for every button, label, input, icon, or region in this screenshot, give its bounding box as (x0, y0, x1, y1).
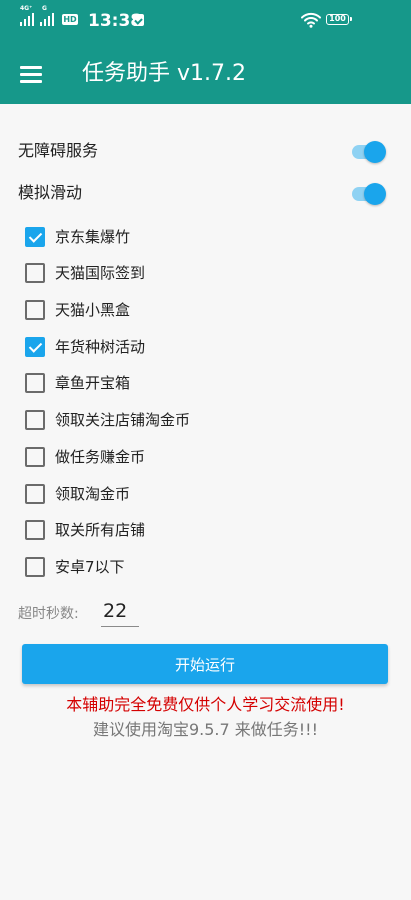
battery-indicator: 100 (326, 14, 352, 25)
task-checkbox[interactable] (25, 410, 45, 430)
task-label: 天猫小黑盒 (55, 301, 131, 319)
task-checkbox[interactable] (25, 373, 45, 393)
switch-label-simulate-swipe: 模拟滑动 (18, 183, 83, 202)
app-title: 任务助手 v1.7.2 (82, 61, 246, 86)
task-row-collect-coins[interactable]: 领取淘金币 (0, 476, 411, 512)
task-checkbox[interactable] (25, 337, 45, 357)
accessibility-toggle[interactable] (352, 141, 386, 163)
menu-icon[interactable] (20, 66, 42, 83)
task-label: 安卓7以下 (55, 558, 125, 576)
task-row-unfollow-shops[interactable]: 取关所有店铺 (0, 512, 411, 548)
task-row-tmall-intl-checkin[interactable]: 天猫国际签到 (0, 255, 411, 291)
task-row-tmall-black-box[interactable]: 天猫小黑盒 (0, 292, 411, 328)
hd-badge: HD (62, 14, 78, 25)
free-use-notice: 本辅助完全免费仅供个人学习交流使用! (66, 695, 345, 714)
app-bar: 任务助手 v1.7.2 (0, 44, 411, 104)
timeout-label: 超时秒数: (18, 606, 79, 622)
task-label: 领取淘金币 (55, 485, 131, 503)
task-row-follow-shop-coins[interactable]: 领取关注店铺淘金币 (0, 402, 411, 438)
task-label: 领取关注店铺淘金币 (55, 411, 191, 429)
task-checkbox[interactable] (25, 300, 45, 320)
task-row-earn-coins[interactable]: 做任务赚金币 (0, 439, 411, 475)
notification-icon (133, 14, 144, 26)
task-checkbox[interactable] (25, 447, 45, 467)
task-checkbox[interactable] (25, 263, 45, 283)
switch-label-accessibility: 无障碍服务 (18, 141, 99, 160)
task-label: 章鱼开宝箱 (55, 374, 131, 392)
timeout-input[interactable] (101, 597, 139, 627)
task-row-jd-firecracker[interactable]: 京东集爆竹 (0, 219, 411, 255)
signal-icon (20, 12, 36, 26)
task-checkbox[interactable] (25, 520, 45, 540)
task-label: 年货种树活动 (55, 338, 146, 356)
task-checkbox[interactable] (25, 484, 45, 504)
task-row-octopus-treasure[interactable]: 章鱼开宝箱 (0, 365, 411, 401)
status-bar: 4G⁺ G HD 13:38 100 (0, 0, 411, 44)
task-label: 做任务赚金币 (55, 448, 146, 466)
start-button[interactable]: 开始运行 (22, 644, 388, 684)
task-row-android-below-7[interactable]: 安卓7以下 (0, 549, 411, 585)
task-row-new-year-tree[interactable]: 年货种树活动 (0, 329, 411, 365)
simulate-swipe-toggle[interactable] (352, 183, 386, 205)
switch-row-simulate-swipe: 模拟滑动 (0, 173, 411, 213)
task-checkbox[interactable] (25, 557, 45, 577)
toggle-thumb (364, 183, 386, 205)
task-checkbox[interactable] (25, 227, 45, 247)
toggle-thumb (364, 141, 386, 163)
task-label: 天猫国际签到 (55, 264, 146, 282)
task-label: 取关所有店铺 (55, 521, 146, 539)
version-recommendation: 建议使用淘宝9.5.7 来做任务!!! (92, 720, 319, 739)
switch-row-accessibility: 无障碍服务 (0, 131, 411, 171)
task-label: 京东集爆竹 (55, 228, 131, 246)
wifi-icon (301, 12, 321, 28)
signal-icon-2 (40, 12, 56, 26)
